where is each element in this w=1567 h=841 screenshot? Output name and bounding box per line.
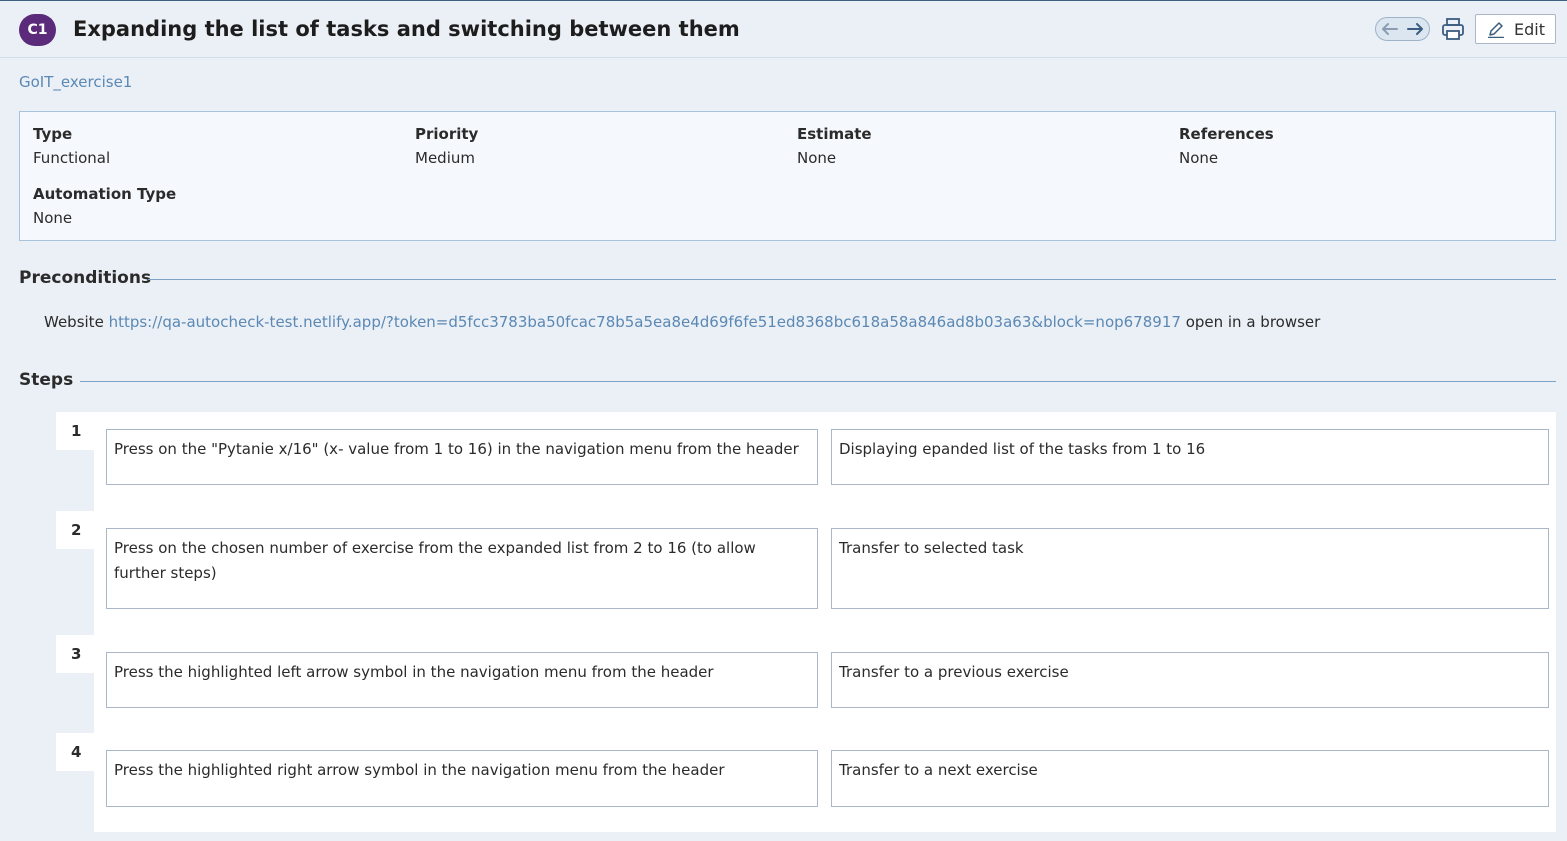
prop-references: References None <box>1179 125 1274 167</box>
previous-case-button[interactable] <box>1376 18 1403 40</box>
prop-label: Automation Type <box>33 185 177 203</box>
edit-button[interactable]: Edit <box>1475 14 1556 44</box>
step-number: 3 <box>56 635 94 673</box>
prop-label: Type <box>33 125 73 143</box>
section-link[interactable]: GoIT_exercise1 <box>19 73 132 91</box>
step-action: Press on the "Pytanie x/16" (x- value fr… <box>106 429 818 485</box>
prop-estimate: Estimate None <box>797 125 872 167</box>
arrow-left-icon <box>1382 23 1398 35</box>
preconditions-heading: Preconditions <box>19 268 152 288</box>
case-header: C1 Expanding the list of tasks and switc… <box>0 1 1567 58</box>
prop-label: Estimate <box>797 125 872 143</box>
case-navigation <box>1375 17 1430 41</box>
next-case-button[interactable] <box>1403 18 1430 40</box>
printer-icon <box>1442 18 1464 40</box>
prop-value: None <box>797 149 837 167</box>
step-expected-result: Transfer to selected task <box>831 528 1549 609</box>
precondition-link[interactable]: https://qa-autocheck-test.netlify.app/?t… <box>109 313 1181 331</box>
prop-value: Functional <box>33 149 111 167</box>
step-action: Press on the chosen number of exercise f… <box>106 528 818 609</box>
precondition-suffix: open in a browser <box>1185 313 1321 331</box>
print-button[interactable] <box>1440 17 1466 41</box>
step-number: 1 <box>56 412 94 450</box>
section-divider <box>80 381 1556 382</box>
step-expected-result: Transfer to a previous exercise <box>831 652 1549 708</box>
step-expected-result: Transfer to a next exercise <box>831 750 1549 807</box>
pencil-icon <box>1488 22 1504 38</box>
page-title: Expanding the list of tasks and switchin… <box>73 17 740 41</box>
step-number: 4 <box>56 733 94 771</box>
edit-button-label: Edit <box>1514 20 1545 39</box>
preconditions-text: Website https://qa-autocheck-test.netlif… <box>44 313 1320 331</box>
case-badge: C1 <box>19 14 56 46</box>
precondition-prefix: Website <box>44 313 104 331</box>
prop-label: Priority <box>415 125 479 143</box>
prop-value: Medium <box>415 149 475 167</box>
prop-automation-type: Automation Type None <box>33 185 176 227</box>
step-action: Press the highlighted left arrow symbol … <box>106 652 818 708</box>
steps-heading: Steps <box>19 370 74 390</box>
prop-value: None <box>1179 149 1219 167</box>
step-expected-result: Displaying epanded list of the tasks fro… <box>831 429 1549 485</box>
prop-value: None <box>33 209 73 227</box>
prop-type: Type Functional <box>33 125 110 167</box>
arrow-right-icon <box>1407 23 1423 35</box>
section-divider <box>148 279 1556 280</box>
step-number: 2 <box>56 511 94 549</box>
step-action: Press the highlighted right arrow symbol… <box>106 750 818 807</box>
prop-priority: Priority Medium <box>415 125 478 167</box>
prop-label: References <box>1179 125 1274 143</box>
properties-panel: Type Functional Priority Medium Estimate… <box>19 111 1556 241</box>
